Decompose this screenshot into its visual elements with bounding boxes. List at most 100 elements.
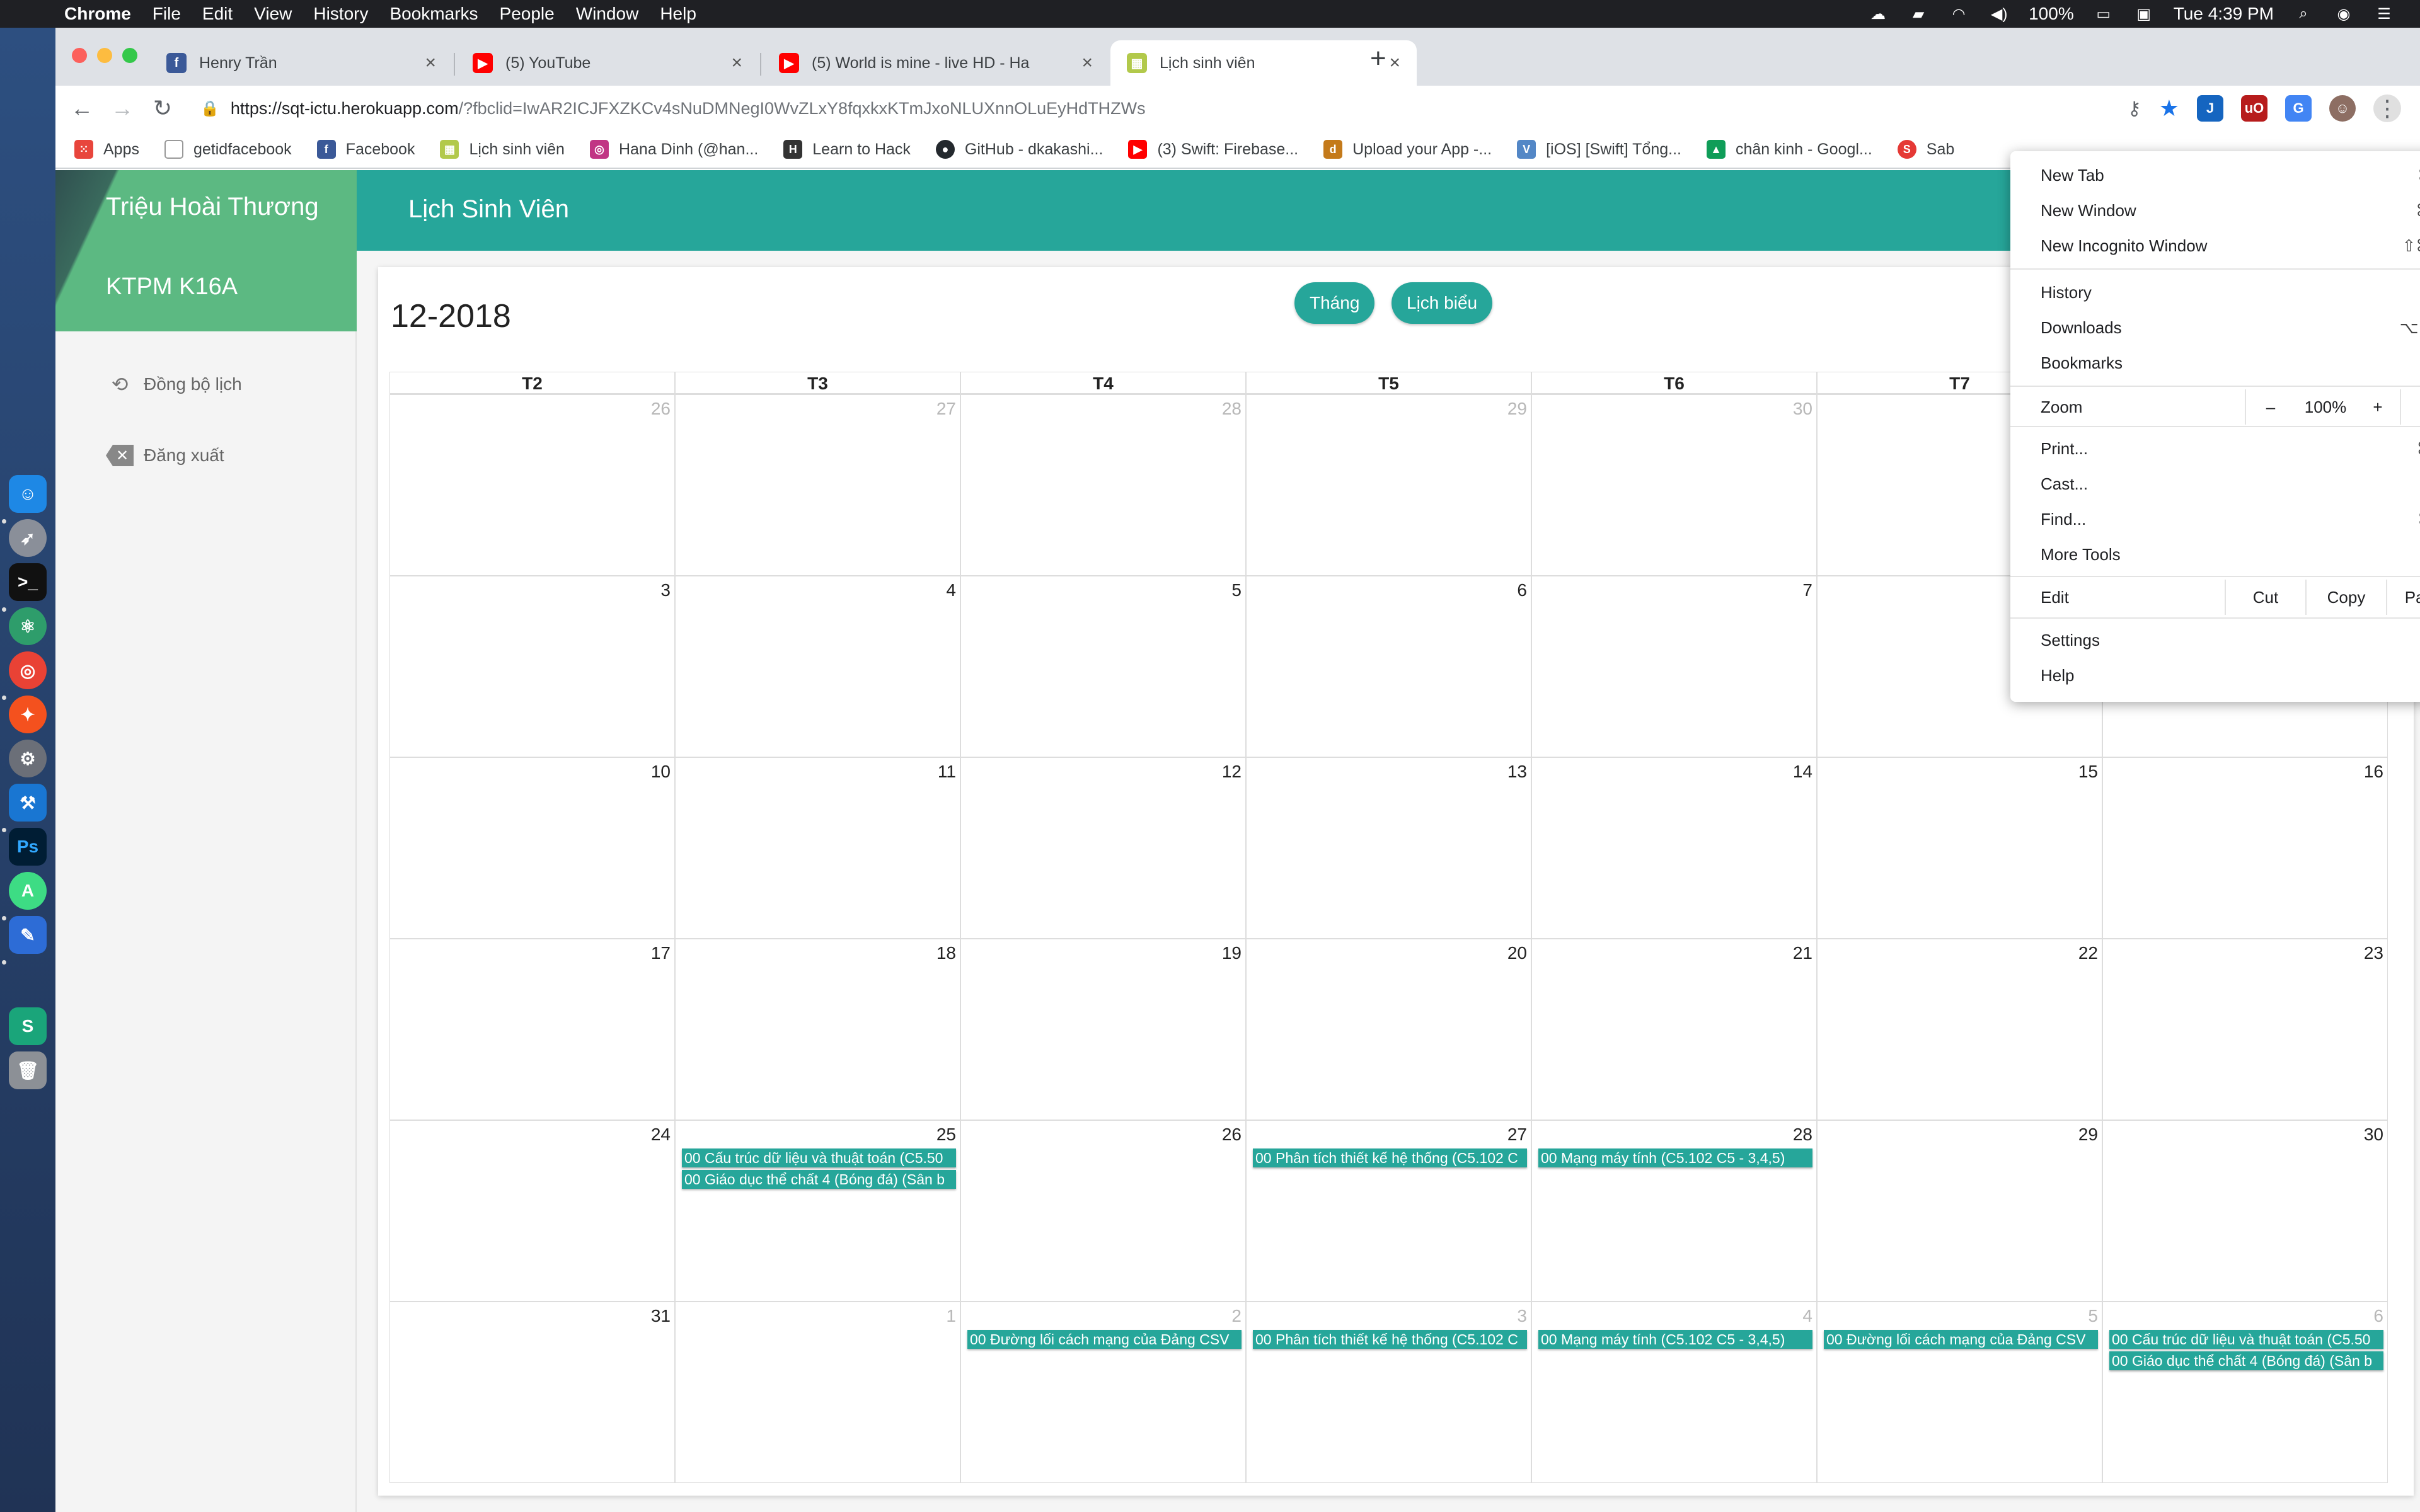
tab-facebook[interactable]: f Henry Trần × [150, 40, 452, 86]
menu-people[interactable]: People [500, 4, 555, 24]
calendar-day-cell[interactable]: 30 [2102, 1120, 2388, 1302]
close-icon[interactable]: × [1389, 52, 1400, 74]
menu-bookmarks[interactable]: Bookmarks▸ [2010, 345, 2420, 381]
atom-icon[interactable]: ⚛ [9, 607, 47, 645]
menu-bookmarks[interactable]: Bookmarks [389, 4, 478, 24]
translate-icon[interactable]: G [2285, 95, 2312, 122]
calendar-day-cell[interactable]: 18 [675, 939, 960, 1120]
calendar-event[interactable]: 00 Đường lối cách mạng của Đảng CSV [967, 1330, 1242, 1349]
schedule-view-button[interactable]: Lịch biểu [1392, 282, 1493, 324]
close-window-button[interactable] [72, 48, 87, 63]
calendar-day-cell[interactable]: 28 00 Mạng máy tính (C5.102 C5 - 3,4,5) [1531, 1120, 1817, 1302]
key-icon[interactable]: ⚷ [2128, 98, 2141, 120]
calendar-event[interactable]: 00 Phân tích thiết kế hệ thống (C5.102 C [1253, 1148, 1527, 1167]
calendar-day-cell[interactable]: 6 00 Cấu trúc dữ liệu và thuật toán (C5.5… [2102, 1302, 2388, 1483]
bookmark-ios-swift[interactable]: V [iOS] [Swift] Tổng... [1517, 140, 1681, 159]
xcode-icon[interactable]: ⚒ [9, 784, 47, 822]
menu-history[interactable]: History▸ [2010, 275, 2420, 310]
calendar-day-cell[interactable]: 13 [1246, 757, 1531, 939]
cut-button[interactable]: Cut [2225, 580, 2305, 615]
menu-new-window[interactable]: New Window ⌘N [2010, 193, 2420, 228]
menu-print[interactable]: Print... ⌘P [2010, 431, 2420, 466]
menu-downloads[interactable]: Downloads ⌥⌘L [2010, 310, 2420, 345]
calendar-day-cell[interactable]: 26 [960, 1120, 1246, 1302]
bookmark-google-drive[interactable]: ▲ chân kinh - Googl... [1707, 140, 1872, 159]
bookmark-getidfacebook[interactable]: getidfacebook [164, 140, 292, 159]
calendar-day-cell[interactable]: 6 [1246, 576, 1531, 757]
chrome-menu-icon[interactable]: ⋮ [2373, 94, 2401, 122]
trash-icon[interactable]: 🗑 [9, 1051, 47, 1089]
back-arrow-icon[interactable]: ← [62, 95, 102, 122]
logout-button[interactable]: ✕ Đăng xuất [106, 445, 224, 466]
menu-more-tools[interactable]: More Tools▸ [2010, 537, 2420, 572]
calendar-day-cell[interactable]: 31 [389, 1302, 675, 1483]
bookmark-star-icon[interactable]: ★ [2159, 95, 2179, 122]
calendar-day-cell[interactable]: 27 00 Phân tích thiết kế hệ thống (C5.102… [1246, 1120, 1531, 1302]
menu-app-name[interactable]: Chrome [64, 4, 131, 24]
menu-clock[interactable]: Tue 4:39 PM [2174, 4, 2274, 24]
calendar-day-cell[interactable]: 29 [1246, 394, 1531, 576]
menu-view[interactable]: View [254, 4, 292, 24]
calendar-day-cell[interactable]: 30 [1531, 394, 1817, 576]
calendar-day-cell[interactable]: 5 [960, 576, 1246, 757]
sheets-icon[interactable]: S [9, 1007, 47, 1045]
calendar-day-cell[interactable]: 11 [675, 757, 960, 939]
menu-help[interactable]: Help [660, 4, 696, 24]
calendar-day-cell[interactable]: 25 00 Cấu trúc dữ liệu và thuật toán (C5.… [675, 1120, 960, 1302]
lock-icon[interactable]: 🔒 [200, 100, 219, 118]
calendar-day-cell[interactable]: 23 [2102, 939, 2388, 1120]
sync-calendar-button[interactable]: ⟲ Đồng bộ lịch [106, 372, 242, 397]
bookmark-facebook[interactable]: f Facebook [316, 140, 415, 159]
calendar-day-cell[interactable]: 24 [389, 1120, 675, 1302]
bookmark-apps[interactable]: ⁙ Apps [74, 140, 139, 159]
close-icon[interactable]: × [425, 52, 436, 74]
calendar-event[interactable]: 00 Giáo dục thể chất 4 (Bóng đá) (Sân b [682, 1170, 956, 1189]
calendar-day-cell[interactable]: 3 [389, 576, 675, 757]
calendar-day-cell[interactable]: 14 [1531, 757, 1817, 939]
address-bar[interactable]: 🔒 https://sqt-ictu.herokuapp.com/?fbclid… [200, 86, 1146, 131]
menu-file[interactable]: File [153, 4, 181, 24]
calendar-day-cell[interactable]: 21 [1531, 939, 1817, 1120]
calendar-day-cell[interactable]: 20 [1246, 939, 1531, 1120]
calendar-day-cell[interactable]: 12 [960, 757, 1246, 939]
photoshop-icon[interactable]: Ps [9, 828, 47, 866]
calendar-day-cell[interactable]: 2 00 Đường lối cách mạng của Đảng CSV [960, 1302, 1246, 1483]
wifi-icon[interactable]: ◠ [1948, 5, 1969, 23]
bookmark-lich-sinh-vien[interactable]: ▦ Lịch sinh viên [440, 140, 565, 159]
bookmark-github[interactable]: ● GitHub - dkakashi... [935, 140, 1103, 159]
finder-icon[interactable]: ☺ [9, 475, 47, 513]
calendar-day-cell[interactable]: 7 [1531, 576, 1817, 757]
calendar-day-cell[interactable]: 15 [1817, 757, 2102, 939]
terminal-icon[interactable]: >_ [9, 563, 47, 601]
calendar-day-cell[interactable]: 1 [675, 1302, 960, 1483]
month-view-button[interactable]: Tháng [1294, 282, 1375, 324]
bookmark-sab[interactable]: S Sab [1897, 140, 1954, 159]
menu-help[interactable]: Help▸ [2010, 658, 2420, 693]
bookmark-upload-app[interactable]: d Upload your App -... [1323, 140, 1492, 159]
calendar-day-cell[interactable]: 22 [1817, 939, 2102, 1120]
menu-settings[interactable]: Settings⌘, [2010, 622, 2420, 658]
menu-new-incognito[interactable]: New Incognito Window ⇧⌘N [2010, 228, 2420, 263]
minimize-window-button[interactable] [97, 48, 112, 63]
app-store-icon[interactable]: ✎ [9, 916, 47, 954]
bookmark-swift-firebase[interactable]: ▶ (3) Swift: Firebase... [1128, 140, 1298, 159]
calendar-day-cell[interactable]: 16 [2102, 757, 2388, 939]
safari-icon[interactable]: ✦ [9, 696, 47, 733]
calendar-day-cell[interactable]: 4 [675, 576, 960, 757]
zoom-window-button[interactable] [122, 48, 137, 63]
calendar-event[interactable]: 00 Cấu trúc dữ liệu và thuật toán (C5.50 [2109, 1330, 2383, 1349]
input-source-icon[interactable]: ▣ [2133, 5, 2155, 23]
new-tab-button[interactable]: + [1370, 43, 1386, 74]
calendar-day-cell[interactable]: 3 00 Phân tích thiết kế hệ thống (C5.102 … [1246, 1302, 1531, 1483]
calendar-day-cell[interactable]: 5 00 Đường lối cách mạng của Đảng CSV [1817, 1302, 2102, 1483]
volume-icon[interactable]: ◀) [1988, 5, 2010, 23]
close-icon[interactable]: × [731, 52, 742, 74]
extension-j-icon[interactable]: J [2197, 95, 2223, 122]
tab-youtube-live[interactable]: ▶ (5) World is mine - live HD - Ha × [763, 40, 1109, 86]
calendar-day-cell[interactable]: 26 [389, 394, 675, 576]
menu-window[interactable]: Window [576, 4, 639, 24]
close-icon[interactable]: × [1081, 52, 1093, 74]
calendar-event[interactable]: 00 Cấu trúc dữ liệu và thuật toán (C5.50 [682, 1148, 956, 1167]
menu-find[interactable]: Find... ⌘F [2010, 501, 2420, 537]
ublock-icon[interactable]: uO [2241, 95, 2267, 122]
